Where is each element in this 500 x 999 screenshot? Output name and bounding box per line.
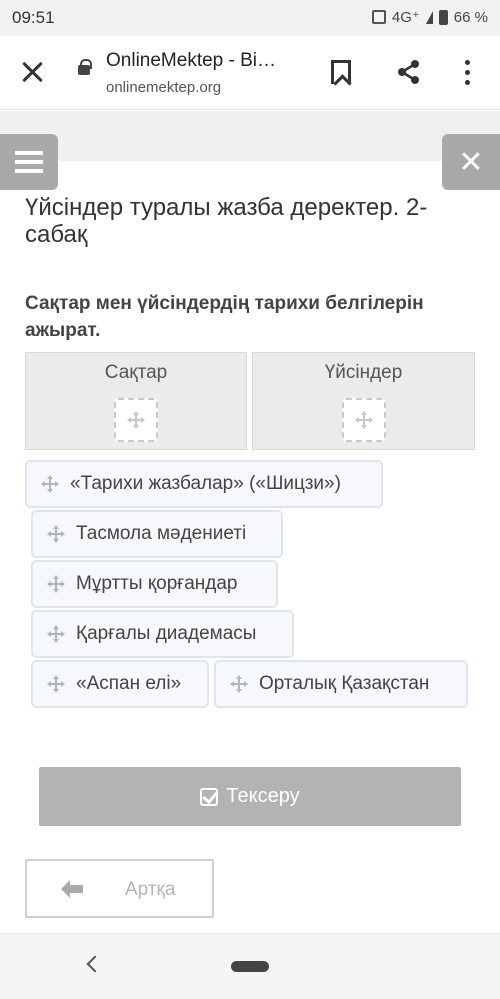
exit-button[interactable]: ✕ [442, 134, 500, 190]
drag-item-label: «Тарихи жазбалар» («Шицзи») [70, 473, 341, 494]
back-button-label: Артқа [125, 879, 176, 900]
drag-item-label: Орталық Қазақстан [259, 673, 430, 694]
drop-zone-uysinder[interactable]: Үйсіндер [252, 352, 475, 450]
drag-item-label: «Аспан елі» [76, 673, 182, 694]
drag-item-label: Тасмола мәдениеті [76, 523, 247, 544]
browser-toolbar: OnlineMektep - Bi… onlinemektep.org [0, 36, 500, 110]
drag-item[interactable]: Қарғалы диадемасы [31, 610, 294, 658]
task-instruction: Сақтар мен үйсіндердің тарихи белгілерін… [25, 293, 424, 341]
move-icon [127, 411, 145, 429]
more-vert-icon[interactable] [463, 60, 471, 86]
drop-zone-label: Сақтар [104, 362, 168, 383]
status-time: 09:51 [12, 8, 55, 27]
move-icon [230, 675, 248, 693]
drag-item[interactable]: Тасмола мәдениеті [31, 510, 283, 558]
battery-level: 66 % [453, 8, 488, 26]
status-bar: 09:51 4G⁺ 66 % [0, 0, 500, 36]
drop-zone-label: Үйсіндер [324, 362, 403, 383]
move-icon [47, 575, 65, 593]
nav-back-icon[interactable] [86, 955, 104, 973]
arrow-left-icon [61, 880, 83, 898]
drag-item[interactable]: «Тарихи жазбалар» («Шицзи») [25, 460, 383, 508]
close-icon[interactable] [20, 59, 46, 85]
menu-button[interactable] [0, 134, 58, 190]
share-icon[interactable] [395, 58, 423, 86]
move-icon [41, 475, 59, 493]
close-icon: ✕ [458, 145, 484, 179]
drag-item[interactable]: Мұртты қорғандар [31, 560, 278, 608]
move-icon [47, 525, 65, 543]
status-icons: 4G⁺ 66 % [371, 8, 488, 26]
bookmark-icon[interactable] [331, 60, 351, 84]
drop-target[interactable] [341, 398, 386, 442]
drop-target[interactable] [114, 398, 158, 442]
back-button[interactable]: Артқа [25, 859, 214, 918]
lesson-title: Үйсіндер туралы жазба деректер. 2-сабақ [25, 194, 428, 248]
page-top-band [0, 111, 500, 161]
drag-item[interactable]: «Аспан елі» [31, 660, 209, 708]
vibrate-icon [371, 10, 386, 24]
nav-home-pill[interactable] [231, 961, 269, 972]
check-button-label: Тексеру [226, 785, 300, 807]
page-title[interactable]: OnlineMektep - Bi… [106, 50, 276, 72]
network-label: 4G⁺ [391, 9, 420, 26]
move-icon [354, 411, 373, 429]
checkbox-icon [200, 787, 219, 806]
drop-zone-saktar[interactable]: Сақтар [25, 352, 247, 450]
url-domain[interactable]: onlinemektep.org [106, 79, 221, 96]
menu-icon [15, 151, 43, 155]
drag-item-label: Қарғалы диадемасы [76, 623, 257, 644]
signal-icon [425, 10, 433, 24]
drag-item[interactable]: Орталық Қазақстан [214, 660, 468, 708]
check-button[interactable]: Тексеру [39, 767, 461, 826]
move-icon [47, 675, 65, 693]
move-icon [47, 625, 65, 643]
system-nav-bar [0, 933, 500, 999]
battery-icon [438, 9, 448, 25]
lock-icon [78, 59, 92, 75]
drag-item-label: Мұртты қорғандар [76, 573, 238, 594]
